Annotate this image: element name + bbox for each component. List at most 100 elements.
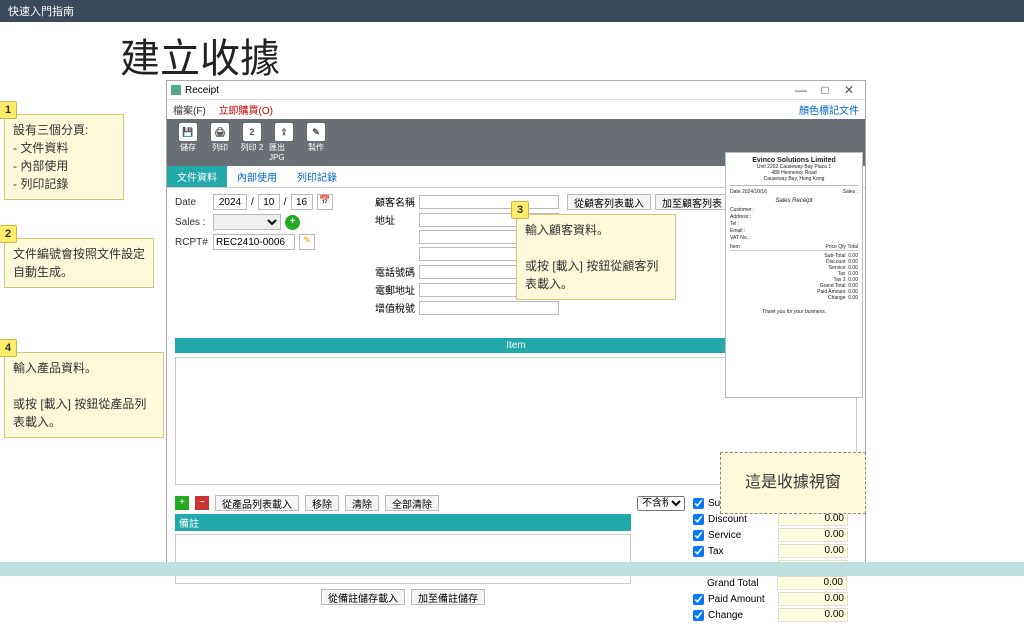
item-action-buttons: + − 從產品列表載入 移除 清除 全部清除 xyxy=(175,495,631,511)
rcpt-input[interactable] xyxy=(213,234,295,250)
callout-text-3: 輸入顧客資料。 或按 [載入] 按鈕從顧客列表載入。 xyxy=(525,223,658,291)
cust-name-label: 顧客名稱 xyxy=(375,194,415,209)
tab-document[interactable]: 文件資料 xyxy=(167,166,227,187)
change-checkbox[interactable] xyxy=(693,610,704,621)
app-icon xyxy=(171,85,181,95)
callout-text-2: 文件編號會按照文件設定自動生成。 xyxy=(13,247,145,279)
add-row-button[interactable]: + xyxy=(175,496,189,510)
remark-box[interactable] xyxy=(175,534,631,584)
callout-text-4: 輸入產品資料。 或按 [載入] 按鈕從產品列表載入。 xyxy=(13,361,146,429)
service-value: 0.00 xyxy=(778,528,848,542)
tax-value: 0.00 xyxy=(778,544,848,558)
service-checkbox[interactable] xyxy=(693,530,704,541)
tab-printlog[interactable]: 列印記錄 xyxy=(287,166,347,187)
totals-panel: 不含稅 Sub-Total0.00 Discount0.00 Service0.… xyxy=(637,495,857,623)
cust-name-input[interactable] xyxy=(419,195,559,209)
tax-label: Tax xyxy=(708,546,774,557)
preview-thank: Thank you for your business. xyxy=(730,309,858,315)
tax-mode-select[interactable]: 不含稅 xyxy=(637,496,685,511)
sales-label: Sales : xyxy=(175,217,209,228)
callout-num-1: 1 xyxy=(0,101,17,119)
subtotal-checkbox[interactable] xyxy=(693,498,704,509)
day-input[interactable] xyxy=(291,194,313,210)
paid-checkbox[interactable] xyxy=(693,594,704,605)
year-input[interactable] xyxy=(213,194,247,210)
load-remark-button[interactable]: 從備註儲存載入 xyxy=(321,589,405,605)
edit-rcpt-button[interactable]: ✎ xyxy=(299,234,315,250)
close-button[interactable]: ✕ xyxy=(837,83,861,97)
minimize-button[interactable]: — xyxy=(789,83,813,97)
preview-vat: VAT No. : xyxy=(730,235,858,242)
load-customer-button[interactable]: 從顧客列表載入 xyxy=(567,194,651,210)
tab-internal[interactable]: 內部使用 xyxy=(227,166,287,187)
callout-num-2: 2 xyxy=(0,225,17,243)
menu-file[interactable]: 檔案(F) xyxy=(173,106,206,117)
discount-value: 0.00 xyxy=(778,512,848,526)
print2-icon: 2 xyxy=(243,123,261,141)
paid-label: Paid Amount xyxy=(708,594,774,605)
callout-num-3: 3 xyxy=(511,201,529,219)
menu-bar: 檔案(F) 立即購買(O) 顏色標記文件 xyxy=(167,100,865,119)
preview-title: Sales Receipt xyxy=(730,198,858,204)
add-remark-button[interactable]: 加至備註儲存 xyxy=(411,589,485,605)
load-product-button[interactable]: 從產品列表載入 xyxy=(215,495,299,511)
change-value: 0.00 xyxy=(778,608,848,622)
service-label: Service xyxy=(708,530,774,541)
grand-value: 0.00 xyxy=(777,576,847,590)
export-icon: ⇪ xyxy=(275,123,293,141)
window-title: Receipt xyxy=(185,85,219,96)
vat-input[interactable] xyxy=(419,301,559,315)
preview-tel: Tel : xyxy=(730,221,858,228)
receipt-preview: Evinco Solutions Limited Unit 2202 Cause… xyxy=(725,152,863,398)
date-label: Date xyxy=(175,197,209,208)
month-input[interactable] xyxy=(258,194,280,210)
guide-header: 快速入門指南 xyxy=(0,0,1024,22)
clear-button[interactable]: 清除 xyxy=(345,495,379,511)
remove-button[interactable]: 移除 xyxy=(305,495,339,511)
callout-product: 4輸入產品資料。 或按 [載入] 按鈕從產品列表載入。 xyxy=(4,352,164,438)
maximize-button[interactable]: □ xyxy=(813,83,837,97)
remark-header: 備註 xyxy=(175,514,631,531)
preview-sales: Sales : xyxy=(843,189,858,195)
print2-button[interactable]: 2列印 2 xyxy=(237,123,267,162)
make-button[interactable]: ✎製作 xyxy=(301,123,331,162)
preview-cust: Customer : xyxy=(730,207,858,214)
print-button[interactable]: 🖨列印 xyxy=(205,123,235,162)
callout-docno: 2文件編號會按照文件設定自動生成。 xyxy=(4,238,154,288)
menu-buy-now[interactable]: 立即購買(O) xyxy=(219,106,273,117)
change-label: Change xyxy=(708,610,774,621)
email-label: 電郵地址 xyxy=(375,282,415,297)
grand-label: Grand Total xyxy=(707,578,773,589)
preview-caddr: Address : xyxy=(730,214,858,221)
color-tag-link[interactable]: 顏色標記文件 xyxy=(799,102,859,117)
rcpt-label: RCPT# xyxy=(175,237,209,248)
footer-band xyxy=(0,562,1024,576)
callout-customer: 3輸入顧客資料。 或按 [載入] 按鈕從顧客列表載入。 xyxy=(516,214,676,300)
print-icon: 🖨 xyxy=(211,123,229,141)
tax-checkbox[interactable] xyxy=(693,546,704,557)
callout-preview: 這是收據視窗 xyxy=(720,452,866,514)
save-icon: 💾 xyxy=(179,123,197,141)
discount-label: Discount xyxy=(708,514,774,525)
paid-value: 0.00 xyxy=(778,592,848,606)
del-row-button[interactable]: − xyxy=(195,496,209,510)
callout-tabs: 1設有三個分頁: - 文件資料 - 內部使用 - 列印記錄 xyxy=(4,114,124,200)
discount-checkbox[interactable] xyxy=(693,514,704,525)
preview-addr3: Causeway Bay, Hong Kong xyxy=(730,176,858,182)
add-sales-button[interactable]: + xyxy=(285,215,300,230)
calendar-button[interactable]: 📅 xyxy=(317,194,333,210)
preview-company: Evinco Solutions Limited xyxy=(730,157,858,164)
preview-email: Email : xyxy=(730,228,858,235)
title-bar: Receipt — □ ✕ xyxy=(167,81,865,100)
export-jpg-button[interactable]: ⇪匯出 JPG xyxy=(269,123,299,162)
vat-label: 增值稅號 xyxy=(375,300,415,315)
clear-all-button[interactable]: 全部清除 xyxy=(385,495,439,511)
add-customer-button[interactable]: 加至顧客列表 xyxy=(655,194,729,210)
sales-select[interactable] xyxy=(213,214,281,230)
make-icon: ✎ xyxy=(307,123,325,141)
save-button[interactable]: 💾儲存 xyxy=(173,123,203,162)
customer-buttons: 從顧客列表載入 加至顧客列表 xyxy=(567,194,729,210)
callout-num-4: 4 xyxy=(0,339,17,357)
preview-date: Date 2024/10/16 xyxy=(730,189,767,195)
addr-label: 地址 xyxy=(375,212,415,227)
